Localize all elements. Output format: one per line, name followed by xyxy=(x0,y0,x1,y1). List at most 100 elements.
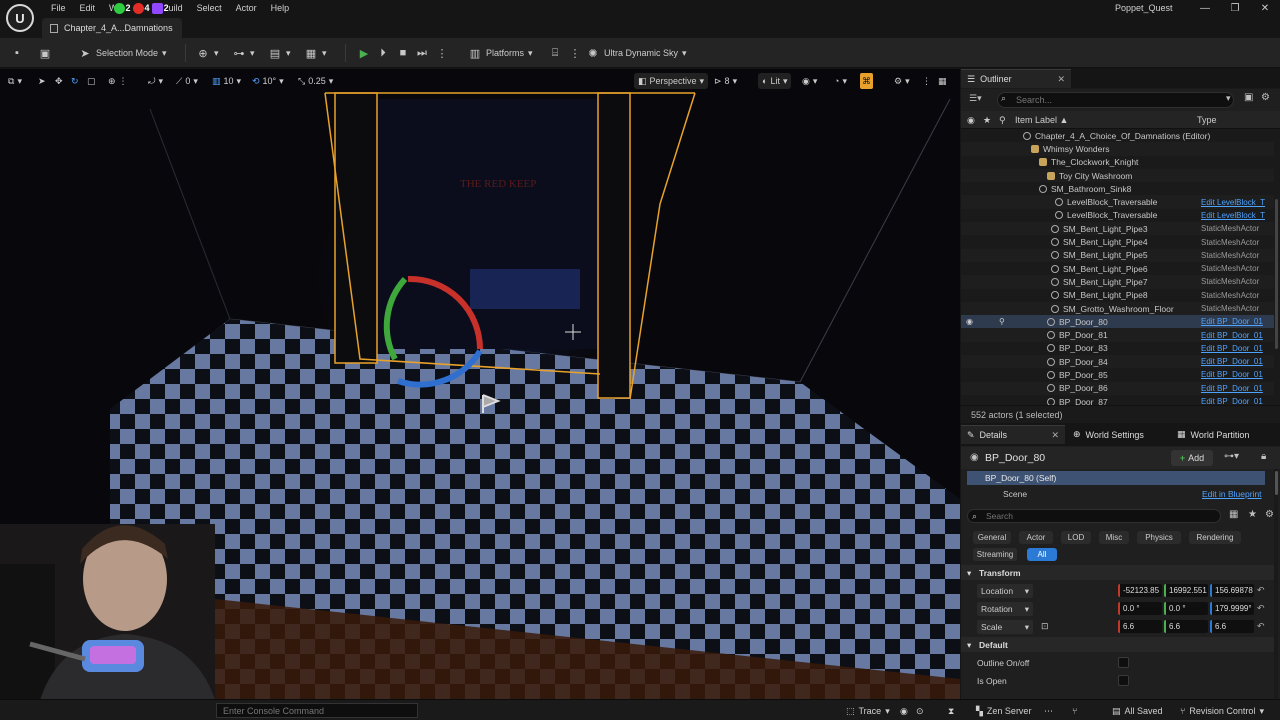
save-button[interactable]: ▪ xyxy=(10,43,24,63)
source-control-button[interactable]: ⑂ xyxy=(1072,704,1077,718)
outliner-row[interactable]: SM_Bent_Light_Pipe5 StaticMeshActor xyxy=(961,248,1274,262)
trace-dropdown[interactable]: ⬚ Trace ▾ xyxy=(846,704,890,718)
chevron-down-icon[interactable]: ▾ xyxy=(1226,93,1231,104)
location-y-field[interactable]: 16992.551 xyxy=(1164,584,1208,597)
rotation-snap-button[interactable]: ⟲ 10° ▾ xyxy=(252,73,284,89)
details-scroll-thumb[interactable] xyxy=(1275,471,1278,495)
close-icon[interactable]: ✕ xyxy=(1250,0,1280,16)
outliner-row[interactable]: SM_Bent_Light_Pipe6 StaticMeshActor xyxy=(961,262,1274,275)
column-item-label[interactable]: Item Label ▲ xyxy=(1015,115,1068,125)
close-icon[interactable]: ✕ xyxy=(1051,430,1059,441)
play-button[interactable]: ▶ xyxy=(357,43,371,63)
modes-button[interactable]: ▦ ▾ xyxy=(304,43,327,63)
rotation-z-field[interactable]: 179.9999° xyxy=(1210,602,1254,615)
game-view-toggle[interactable]: ⌘ xyxy=(860,73,873,89)
menu-file[interactable]: File xyxy=(44,1,73,15)
outliner-scroll-thumb[interactable] xyxy=(1275,199,1278,349)
translate-tool[interactable]: ✥ xyxy=(55,73,63,89)
add-folder-icon[interactable]: ▣ xyxy=(1244,92,1253,103)
tab-details[interactable]: ✎ Details ✕ xyxy=(961,425,1065,444)
outliner-row[interactable]: The_Clockwork_Knight xyxy=(961,156,1274,169)
reset-icon[interactable]: ↶ xyxy=(1257,621,1265,632)
rotation-dropdown[interactable]: Rotation ▾ xyxy=(977,602,1033,616)
edit-in-blueprint-link[interactable]: Edit in Blueprint xyxy=(1202,489,1262,499)
scale-x-field[interactable]: 6.6 xyxy=(1118,620,1162,633)
edit-blueprint-link[interactable]: Edit BP_Door_01 xyxy=(1201,384,1263,393)
outliner-row[interactable]: BP_Door_87 Edit BP_Door_01 xyxy=(961,395,1274,405)
outliner-row[interactable]: LevelBlock_Traversable Edit LevelBlock_T xyxy=(961,209,1274,222)
compile-options-button[interactable]: ⋮ xyxy=(568,43,582,63)
is-open-checkbox[interactable] xyxy=(1118,675,1129,686)
network-button[interactable]: ⋯ xyxy=(1044,704,1053,718)
record-button[interactable]: ◉ xyxy=(900,704,908,718)
add-actor-button[interactable]: ⊕ ▾ xyxy=(196,43,218,63)
coordinate-space-button[interactable]: ⊕ ⋮ xyxy=(108,73,128,89)
filter-misc[interactable]: Misc xyxy=(1099,531,1129,544)
live-coding-button[interactable]: ⌸ xyxy=(548,43,562,63)
add-component-button[interactable]: + Add xyxy=(1171,450,1213,466)
ultra-dynamic-sky-dropdown[interactable]: ✺ Ultra Dynamic Sky ▾ xyxy=(586,43,686,63)
scale-y-field[interactable]: 6.6 xyxy=(1164,620,1208,633)
perspective-dropdown[interactable]: ◧ Perspective ▾ xyxy=(634,73,709,89)
snapshot-button[interactable]: ⊙ xyxy=(916,704,924,718)
menu-build[interactable]: uild xyxy=(169,1,190,15)
transform-section-header[interactable]: ▾ Transform xyxy=(961,565,1274,580)
visibility-column-icon[interactable]: ◉ xyxy=(967,115,975,126)
console-command-input[interactable] xyxy=(216,703,418,718)
star-icon[interactable]: ★ xyxy=(1248,509,1257,520)
surface-snap-button[interactable]: ⤾ ▾ xyxy=(148,73,163,89)
filter-rendering[interactable]: Rendering xyxy=(1189,531,1241,544)
filter-icon[interactable]: ☰▾ xyxy=(969,93,982,104)
close-icon[interactable]: ✕ xyxy=(1057,74,1065,85)
view-mode-dropdown[interactable]: ◐ Lit ▾ xyxy=(758,73,792,89)
outliner-row[interactable]: SM_Bent_Light_Pipe7 StaticMeshActor xyxy=(961,275,1274,289)
tab-world-partition[interactable]: ▦ World Partition xyxy=(1171,425,1255,444)
show-flags-button[interactable]: ◉ ▾ xyxy=(802,73,817,89)
outliner-row[interactable]: SM_Grotto_Washroom_Floor StaticMeshActor xyxy=(961,301,1274,316)
outliner-row[interactable]: SM_Bent_Light_Pipe8 StaticMeshActor xyxy=(961,289,1274,302)
left-pillar[interactable] xyxy=(334,92,378,364)
outliner-row[interactable]: SM_Bent_Light_Pipe3 StaticMeshActor xyxy=(961,222,1274,236)
right-pillar[interactable] xyxy=(597,92,631,399)
details-scrollbar[interactable] xyxy=(1274,469,1278,699)
edit-blueprint-link[interactable]: Edit BP_Door_01 xyxy=(1201,357,1263,366)
rotation-y-field[interactable]: 0.0 ° xyxy=(1164,602,1208,615)
viewport-options-button[interactable]: ⧉ ▾ xyxy=(8,73,22,89)
minimize-icon[interactable]: — xyxy=(1190,0,1220,16)
filter-actor[interactable]: Actor xyxy=(1019,531,1053,544)
edit-blueprint-link[interactable]: Edit LevelBlock_T xyxy=(1201,198,1265,207)
menu-actor[interactable]: Actor xyxy=(229,1,264,15)
level-viewport[interactable]: THE RED KEEP ⧉ ▾ ➤ ✥ ↻ ▢ ⊕ ⋮ ⤾ ▾ ⟋ 0 ▾ ▥ 10 ▾ ⟲… xyxy=(0,69,960,699)
outliner-row[interactable]: BP_Door_83 Edit BP_Door_01 xyxy=(961,342,1274,355)
gear-icon[interactable]: ⚙ xyxy=(1265,509,1274,520)
outliner-row[interactable]: Chapter_4_A_Choice_Of_Damnations (Editor… xyxy=(961,129,1274,142)
column-type[interactable]: Type xyxy=(1197,115,1217,125)
camera-speed-button[interactable]: ⊳ 8 ▾ xyxy=(714,73,737,89)
filter-physics[interactable]: Physics xyxy=(1137,531,1181,544)
pin-column-icon[interactable]: ⚲ xyxy=(999,115,1006,126)
edit-blueprint-link[interactable]: Edit BP_Door_01 xyxy=(1201,317,1263,326)
blueprint-options-icon[interactable]: ⊶▾ xyxy=(1224,451,1239,462)
outliner-row[interactable]: Whimsy Wonders xyxy=(961,142,1274,156)
location-dropdown[interactable]: Location ▾ xyxy=(977,584,1033,598)
menu-help[interactable]: Help xyxy=(264,1,297,15)
door-frame[interactable] xyxy=(370,99,630,349)
zen-server-button[interactable]: ▚ Zen Server xyxy=(976,704,1031,718)
viewport-layout-button[interactable]: ▦ xyxy=(938,73,947,89)
scale-snap-button[interactable]: ⤡ 0.25 ▾ xyxy=(298,73,333,89)
content-browser-button[interactable]: ▣ xyxy=(38,43,52,63)
cinematics-button[interactable]: ▤ ▾ xyxy=(268,43,291,63)
advance-frame-button[interactable]: ⏵ xyxy=(376,43,390,63)
level-tab[interactable]: Chapter_4_A...Damnations xyxy=(42,18,182,38)
star-column-icon[interactable]: ★ xyxy=(983,115,991,126)
rotation-x-field[interactable]: 0.0 ° xyxy=(1118,602,1162,615)
outliner-row[interactable]: BP_Door_81 Edit BP_Door_01 xyxy=(961,328,1274,342)
visibility-eye-icon[interactable]: ◉ xyxy=(966,317,973,326)
outliner-row[interactable]: Toy City Washroom xyxy=(961,168,1274,183)
pin-icon[interactable]: ⚲ xyxy=(999,317,1005,326)
location-x-field[interactable]: -52123.85 xyxy=(1118,584,1162,597)
unreal-logo-icon[interactable]: U xyxy=(6,4,34,32)
default-section-header[interactable]: ▾ Default xyxy=(961,637,1274,652)
tab-world-settings[interactable]: ⊕ World Settings xyxy=(1067,425,1150,444)
gear-icon[interactable]: ⚙ xyxy=(1261,92,1270,103)
